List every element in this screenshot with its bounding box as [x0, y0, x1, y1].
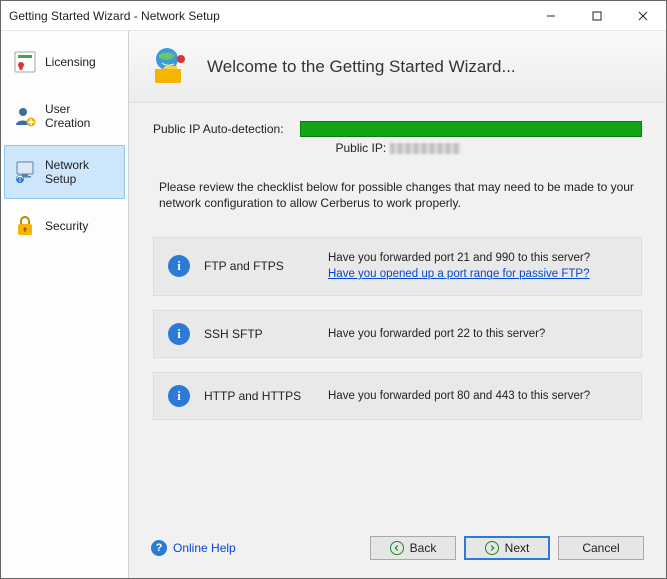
wizard-window: Getting Started Wizard - Network Setup L… — [0, 0, 667, 579]
redacted-ip — [390, 143, 460, 154]
cancel-button[interactable]: Cancel — [558, 536, 644, 560]
info-icon: i — [168, 385, 190, 407]
public-ip-prefix: Public IP: — [335, 141, 389, 155]
info-icon: i — [168, 255, 190, 277]
sidebar-item-label: Security — [45, 219, 88, 233]
checklist-desc: Have you forwarded port 21 and 990 to th… — [328, 250, 627, 282]
titlebar: Getting Started Wizard - Network Setup — [1, 1, 666, 31]
sidebar-item-label: Licensing — [45, 55, 96, 69]
body: Licensing User Creation Network Setup — [1, 31, 666, 578]
checklist-line: Have you forwarded port 22 to this serve… — [328, 326, 627, 342]
sidebar-item-security[interactable]: Security — [4, 201, 125, 251]
sidebar-item-network-setup[interactable]: Network Setup — [4, 145, 125, 199]
help-label: Online Help — [173, 541, 236, 555]
help-icon: ? — [151, 540, 167, 556]
checklist-line: Have you forwarded port 80 and 443 to th… — [328, 388, 627, 404]
window-title: Getting Started Wizard - Network Setup — [9, 9, 528, 23]
window-controls — [528, 1, 666, 30]
footer: ? Online Help Back Next Cancel — [129, 524, 666, 578]
ip-progress-bar — [300, 121, 642, 137]
back-label: Back — [410, 541, 437, 555]
network-icon — [13, 160, 37, 184]
checklist-desc: Have you forwarded port 80 and 443 to th… — [328, 388, 627, 404]
passive-ftp-link[interactable]: Have you opened up a port range for pass… — [328, 268, 589, 280]
checklist-name: HTTP and HTTPS — [204, 389, 314, 403]
main: Welcome to the Getting Started Wizard...… — [129, 31, 666, 578]
public-ip-value: Public IP: — [153, 141, 642, 155]
cancel-label: Cancel — [582, 541, 619, 555]
back-button[interactable]: Back — [370, 536, 456, 560]
info-icon: i — [168, 323, 190, 345]
certificate-icon — [13, 50, 37, 74]
ip-detection-row: Public IP Auto-detection: — [153, 121, 642, 137]
sidebar-item-user-creation[interactable]: User Creation — [4, 89, 125, 143]
minimize-button[interactable] — [528, 1, 574, 30]
wizard-globe-icon — [147, 45, 191, 89]
lock-icon — [13, 214, 37, 238]
arrow-right-icon — [485, 541, 499, 555]
checklist-line: Have you forwarded port 21 and 990 to th… — [328, 250, 627, 266]
header-band: Welcome to the Getting Started Wizard... — [129, 31, 666, 103]
checklist-item-ssh: i SSH SFTP Have you forwarded port 22 to… — [153, 310, 642, 358]
sidebar: Licensing User Creation Network Setup — [1, 31, 129, 578]
maximize-button[interactable] — [574, 1, 620, 30]
sidebar-item-label: User Creation — [45, 102, 116, 130]
checklist-desc: Have you forwarded port 22 to this serve… — [328, 326, 627, 342]
checklist-item-http: i HTTP and HTTPS Have you forwarded port… — [153, 372, 642, 420]
sidebar-item-licensing[interactable]: Licensing — [4, 37, 125, 87]
ip-detection-label: Public IP Auto-detection: — [153, 122, 284, 136]
checklist-name: FTP and FTPS — [204, 259, 314, 273]
next-label: Next — [505, 541, 530, 555]
content: Public IP Auto-detection: Public IP: Ple… — [129, 103, 666, 524]
arrow-left-icon — [390, 541, 404, 555]
online-help-link[interactable]: ? Online Help — [151, 540, 236, 556]
user-plus-icon — [13, 104, 37, 128]
checklist-name: SSH SFTP — [204, 327, 314, 341]
page-title: Welcome to the Getting Started Wizard... — [207, 57, 516, 77]
close-button[interactable] — [620, 1, 666, 30]
checklist-item-ftp: i FTP and FTPS Have you forwarded port 2… — [153, 237, 642, 295]
next-button[interactable]: Next — [464, 536, 550, 560]
instructions-text: Please review the checklist below for po… — [159, 179, 636, 211]
sidebar-item-label: Network Setup — [45, 158, 116, 186]
